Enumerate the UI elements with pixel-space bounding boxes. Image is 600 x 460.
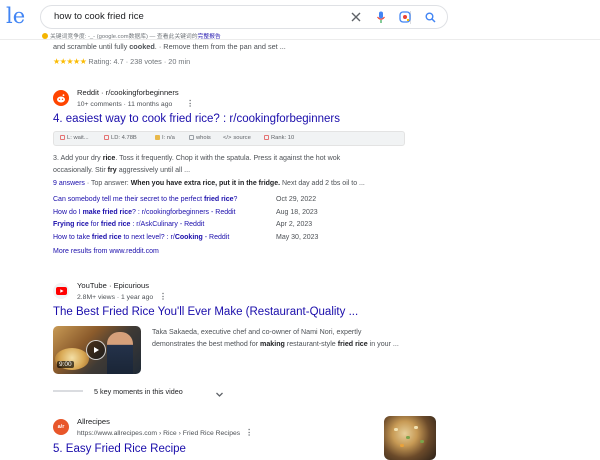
result-url: https://www.allrecipes.com › Rice › Frie… — [77, 428, 253, 437]
sitelink-date: Apr 2, 2023 — [276, 221, 313, 228]
snippet-bold: fry — [107, 166, 117, 174]
seo-l[interactable]: L: wait... — [60, 135, 89, 141]
video-desc-line: Taka Sakaeda, executive chef and co-owne… — [152, 328, 362, 336]
seo-metrics-bar: L: wait... LD: 4.78B I: n/a whois </> sou… — [53, 131, 405, 146]
seo-rank-text: Rank: 10 — [271, 135, 295, 141]
result-url-text: https://www.allrecipes.com › Rice › Frie… — [77, 430, 241, 437]
seo-l-text: L: wait... — [67, 135, 89, 141]
answers-text: · Top answer: — [84, 180, 131, 187]
snippet-text: occasionally. Stir — [53, 166, 108, 174]
more-dots-icon[interactable]: ⋮ — [159, 292, 167, 301]
video-desc-line: demonstrates the best method for making … — [152, 340, 399, 348]
video-description: Taka Sakaeda, executive chef and co-owne… — [152, 326, 442, 350]
key-moments-toggle[interactable]: 5 key moments in this video — [53, 384, 229, 398]
seo-source-text: source — [233, 135, 251, 141]
search-icon[interactable] — [421, 8, 439, 26]
video-thumbnail[interactable]: 9:00 — [53, 326, 141, 374]
sitelink-row[interactable]: How to take fried rice to next level? : … — [53, 234, 333, 247]
seo-i[interactable]: I: n/a — [155, 135, 175, 141]
allrecipes-logo-text: a/r — [57, 424, 65, 430]
result-title-reddit[interactable]: 4. easiest way to cook fried rice? : r/c… — [53, 113, 340, 125]
snippet-bold: cooked — [129, 42, 155, 51]
clear-icon[interactable] — [347, 8, 365, 26]
result-meta: 2.8M+ views · 1 year ago ⋮ — [77, 292, 167, 301]
answers-link[interactable]: 9 answers — [53, 180, 85, 187]
sitelink-title[interactable]: Frying rice for fried rice : r/AskCulina… — [53, 221, 204, 228]
more-dots-icon[interactable]: ⋮ — [186, 99, 194, 108]
result-title-youtube[interactable]: The Best Fried Rice You'll Ever Make (Re… — [53, 306, 358, 318]
result-title-allrecipes[interactable]: 5. Easy Fried Rice Recipe — [53, 443, 186, 455]
play-icon[interactable] — [86, 340, 106, 360]
sitelink-date: Aug 18, 2023 — [276, 208, 318, 216]
snippet-bold: rice — [102, 154, 116, 162]
result-site-name[interactable]: Reddit · r/cookingforbeginners — [77, 88, 179, 97]
snippet-text: and scramble until fully — [53, 42, 130, 51]
sitelink-date: May 30, 2023 — [276, 233, 319, 241]
more-results-link[interactable]: More results from www.reddit.com — [53, 248, 159, 255]
search-input[interactable]: how to cook fried rice — [54, 11, 144, 22]
recipe-thumbnail[interactable] — [384, 416, 436, 460]
result-meta-text: 2.8M+ views · 1 year ago — [77, 294, 154, 301]
seo-source[interactable]: </> source — [223, 135, 251, 141]
result-site-name[interactable]: Allrecipes — [77, 417, 110, 426]
seo-ld-text: LD: 4.78B — [111, 135, 137, 141]
result-meta: 10+ comments · 11 months ago ⋮ — [77, 99, 194, 108]
video-duration: 9:00 — [57, 361, 74, 368]
star-rating: ★★★★★ — [53, 57, 87, 66]
reddit-icon — [53, 90, 69, 106]
prev-result-snippet: and scramble until fully cooked. · Remov… — [53, 42, 373, 52]
chevron-down-icon[interactable] — [215, 386, 224, 404]
sitelinks-list: Can somebody tell me their secret to the… — [53, 196, 333, 246]
sitelink-row[interactable]: Can somebody tell me their secret to the… — [53, 196, 333, 209]
result-meta-text: 10+ comments · 11 months ago — [77, 101, 173, 108]
mic-icon[interactable] — [372, 8, 390, 26]
lens-icon[interactable] — [396, 8, 414, 26]
answers-bold: When you have extra rice, put it in the … — [130, 180, 281, 187]
answers-text: Next day add 2 tbs oil to ... — [280, 180, 365, 187]
sitelink-row[interactable]: How do I make fried rice? : r/cookingfor… — [53, 209, 333, 222]
sitelink-title[interactable]: How do I make fried rice? : r/cookingfor… — [53, 209, 236, 216]
seo-ld[interactable]: LD: 4.78B — [104, 135, 137, 141]
seo-whois-text: whois — [196, 135, 211, 141]
seo-rank[interactable]: Rank: 10 — [264, 135, 294, 141]
sitelink-date: Oct 29, 2022 — [276, 196, 317, 203]
youtube-icon — [53, 283, 69, 299]
sitelink-title[interactable]: Can somebody tell me their secret to the… — [53, 196, 237, 203]
thumbnail-chef — [107, 332, 133, 374]
snippet-text: . Toss it frequently. Chop it with the s… — [115, 154, 341, 162]
snippet-text: aggressively until all ... — [116, 166, 191, 174]
prev-result-rating: ★★★★★ Rating: 4.7 · 238 votes · 20 min — [53, 57, 190, 66]
sitelink-title[interactable]: How to take fried rice to next level? : … — [53, 234, 229, 241]
keyword-note: 关键词竞争度: -_- (google.com数据库) — 查看此关键词的 — [50, 34, 198, 40]
result-snippet-line1: 3. Add your dry rice. Toss it frequently… — [53, 153, 340, 164]
seo-i-text: I: n/a — [162, 135, 175, 141]
keyword-difficulty-bar: 关键词竞争度: -_- (google.com数据库) — 查看此关键词的完整报… — [42, 31, 221, 40]
result-snippet-line2: occasionally. Stir fry aggressively unti… — [53, 165, 190, 176]
search-box[interactable]: how to cook fried rice — [40, 5, 448, 29]
sitelink-row[interactable]: Frying rice for fried rice : r/AskCulina… — [53, 221, 333, 234]
key-moments-divider — [53, 390, 83, 392]
key-moments-label: 5 key moments in this video — [94, 387, 183, 396]
google-logo[interactable]: le — [6, 4, 25, 28]
snippet-text: 3. Add your dry — [53, 154, 103, 162]
more-dots-icon[interactable]: ⋮ — [245, 428, 253, 437]
keyword-status-icon — [42, 33, 48, 39]
rating-text: Rating: 4.7 · 238 votes · 20 min — [88, 57, 191, 66]
full-report-link[interactable]: 完整报告 — [198, 34, 221, 40]
allrecipes-icon: a/r — [53, 419, 69, 435]
result-site-name[interactable]: YouTube · Epicurious — [77, 281, 149, 290]
answers-line: 9 answers · Top answer: When you have ex… — [53, 180, 365, 187]
seo-whois[interactable]: whois — [189, 135, 211, 141]
snippet-text: . · Remove them from the pan and set ... — [154, 42, 286, 51]
